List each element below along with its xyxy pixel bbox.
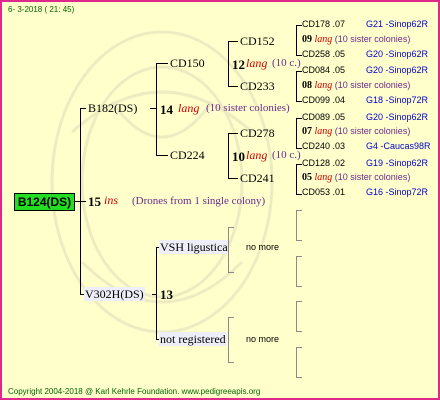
connector [156, 63, 168, 64]
connector [296, 164, 297, 194]
connector [228, 317, 229, 362]
connector [228, 133, 238, 134]
empty-bracket [296, 301, 297, 331]
connector [228, 41, 229, 86]
queen-gen5-3[interactable]: CD084 .05 [302, 66, 345, 75]
queen-not-registered[interactable]: not registered [159, 332, 227, 346]
empty-bracket [296, 301, 302, 302]
breeding-line: G21 -Sinop62R [366, 19, 429, 29]
empty-bracket [296, 331, 302, 332]
connector [80, 108, 81, 294]
queen-cd233[interactable]: CD233 [240, 80, 275, 92]
breeding-line: G20 -Sinop62R [366, 49, 429, 59]
queen-gen5-6[interactable]: CD240 .03 [302, 142, 345, 151]
empty-bracket [296, 210, 302, 211]
queen-vsh-ligustica[interactable]: VSH ligustica [159, 240, 229, 254]
connector [156, 155, 168, 156]
breeding-line: G20 -Sinop62R [366, 65, 429, 75]
root-queen-box[interactable]: B124(DS) [14, 193, 75, 211]
queen-cd224[interactable]: CD224 [170, 149, 205, 161]
dam-queen[interactable]: V302H(DS) [84, 287, 145, 301]
connector [228, 272, 234, 273]
connector [228, 86, 238, 87]
empty-bracket [296, 377, 302, 378]
queen-gen5-8[interactable]: CD053 .01 [302, 188, 345, 197]
sire-note: (10 sister colonies) [206, 102, 290, 114]
empty-bracket [296, 286, 302, 287]
pedigree-chart: 6- 3-2018 ( 21: 45) Copyright 2004-2018 … [0, 0, 440, 400]
connector [228, 133, 229, 178]
queen-gen5-2[interactable]: CD258 .05 [302, 50, 345, 59]
cd224-mating: lang [246, 148, 268, 162]
connector [228, 227, 229, 272]
empty-bracket [296, 240, 302, 241]
notreg-no-more: no more [246, 334, 280, 344]
queen-cd241[interactable]: CD241 [240, 172, 275, 184]
breeding-line: G20 -Sinop62R [366, 112, 429, 122]
cd224-generation: 10 [232, 149, 245, 164]
cd241-mating-row: 05 lang (10 sister colonies) [302, 172, 411, 183]
connector [228, 317, 234, 318]
vsh-no-more: no more [246, 242, 280, 252]
connector [228, 362, 234, 363]
empty-bracket [296, 347, 302, 348]
queen-gen5-1[interactable]: CD178 .07 [302, 20, 345, 29]
breeding-line: G4 -Caucas98R [366, 141, 431, 151]
queen-gen5-7[interactable]: CD128 .02 [302, 159, 345, 168]
queen-cd278[interactable]: CD278 [240, 127, 275, 139]
dam-generation: 13 [160, 287, 173, 302]
empty-bracket [296, 210, 297, 240]
empty-bracket [296, 256, 302, 257]
queen-gen5-4[interactable]: CD099 .04 [302, 96, 345, 105]
connector [156, 247, 157, 339]
cd224-note: (10 c.) [272, 149, 301, 161]
timestamp: 6- 3-2018 ( 21: 45) [8, 5, 75, 14]
connector [228, 178, 238, 179]
root-mating: ins [104, 193, 119, 207]
breeding-line: G16 -Sinop72R [366, 187, 429, 197]
cd150-generation: 12 [232, 57, 245, 72]
sire-mating: lang [178, 101, 200, 115]
connector [80, 108, 86, 109]
sire-generation: 14 [160, 102, 173, 117]
cd152-mating-row: 09 lang (10 sister colonies) [302, 34, 411, 45]
connector [296, 71, 297, 101]
connector [156, 63, 157, 155]
copyright-footer: Copyright 2004-2018 @ Karl Kehrle Founda… [8, 387, 261, 396]
empty-bracket [296, 256, 297, 286]
connector [296, 25, 297, 55]
connector [228, 227, 234, 228]
sire-queen[interactable]: B182(DS) [88, 102, 137, 114]
queen-cd150[interactable]: CD150 [170, 57, 205, 69]
breeding-line: G19 -Sinop62R [366, 158, 429, 168]
queen-gen5-5[interactable]: CD089 .05 [302, 113, 345, 122]
empty-bracket [296, 347, 297, 377]
connector [228, 41, 238, 42]
connector [296, 118, 297, 148]
queen-cd152[interactable]: CD152 [240, 35, 275, 47]
root-note: (Drones from 1 single colony) [132, 195, 266, 207]
breeding-line: G18 -Sinop72R [366, 95, 429, 105]
cd233-mating-row: 08 lang (10 sister colonies) [302, 80, 411, 91]
cd150-note: (10 c.) [272, 57, 301, 69]
cd278-mating-row: 07 lang (10 sister colonies) [302, 126, 411, 137]
root-generation: 15 [88, 194, 101, 209]
cd150-mating: lang [246, 56, 268, 70]
